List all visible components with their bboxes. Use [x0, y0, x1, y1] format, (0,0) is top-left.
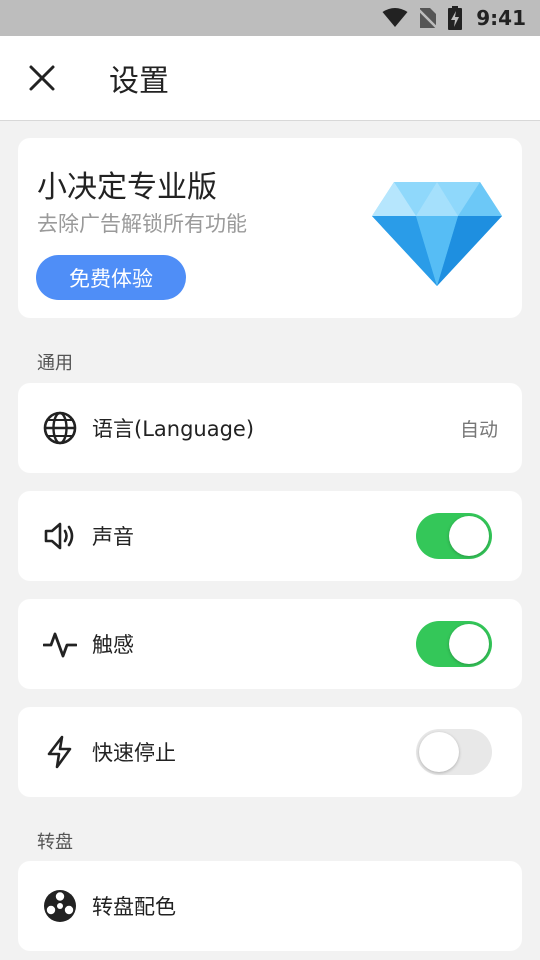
- toggle-knob: [419, 732, 459, 772]
- status-bar: 9:41: [0, 0, 540, 36]
- section-label-general: 通用: [37, 353, 73, 374]
- sound-toggle[interactable]: [416, 513, 492, 559]
- close-icon: [29, 65, 55, 91]
- close-button[interactable]: [20, 56, 64, 100]
- battery-charging-icon: [448, 6, 463, 30]
- app-bar: 设置: [0, 36, 540, 121]
- status-time: 9:41: [476, 6, 526, 30]
- pro-upgrade-card[interactable]: 小决定专业版 去除广告解锁所有功能 免费体验: [18, 138, 522, 318]
- free-trial-button[interactable]: 免费体验: [36, 255, 186, 300]
- setting-sound-label: 声音: [92, 525, 134, 549]
- setting-sound[interactable]: 声音: [18, 491, 522, 581]
- globe-icon: [42, 410, 78, 446]
- setting-language[interactable]: 语言(Language) 自动: [18, 383, 522, 473]
- setting-wheel-colors[interactable]: 转盘配色: [18, 861, 522, 951]
- diamond-icon: [372, 182, 502, 286]
- setting-language-label: 语言(Language): [92, 417, 255, 441]
- no-sim-icon: [418, 8, 439, 29]
- setting-language-value: 自动: [459, 418, 498, 441]
- pro-title: 小决定专业版: [37, 170, 217, 205]
- setting-quick-stop-label: 快速停止: [92, 741, 176, 765]
- setting-haptics[interactable]: 触感: [18, 599, 522, 689]
- toggle-knob: [449, 516, 489, 556]
- wheel-icon: [42, 888, 78, 924]
- speaker-icon: [42, 518, 78, 554]
- haptics-toggle[interactable]: [416, 621, 492, 667]
- pro-subtitle: 去除广告解锁所有功能: [37, 212, 247, 236]
- lightning-icon: [42, 734, 78, 770]
- wifi-icon: [382, 8, 408, 27]
- section-label-wheel: 转盘: [37, 832, 73, 853]
- toggle-knob: [449, 624, 489, 664]
- page-title: 设置: [109, 64, 169, 99]
- pulse-icon: [42, 626, 78, 662]
- setting-quick-stop[interactable]: 快速停止: [18, 707, 522, 797]
- quick-stop-toggle[interactable]: [416, 729, 492, 775]
- setting-wheel-colors-label: 转盘配色: [92, 895, 176, 919]
- setting-haptics-label: 触感: [92, 633, 134, 657]
